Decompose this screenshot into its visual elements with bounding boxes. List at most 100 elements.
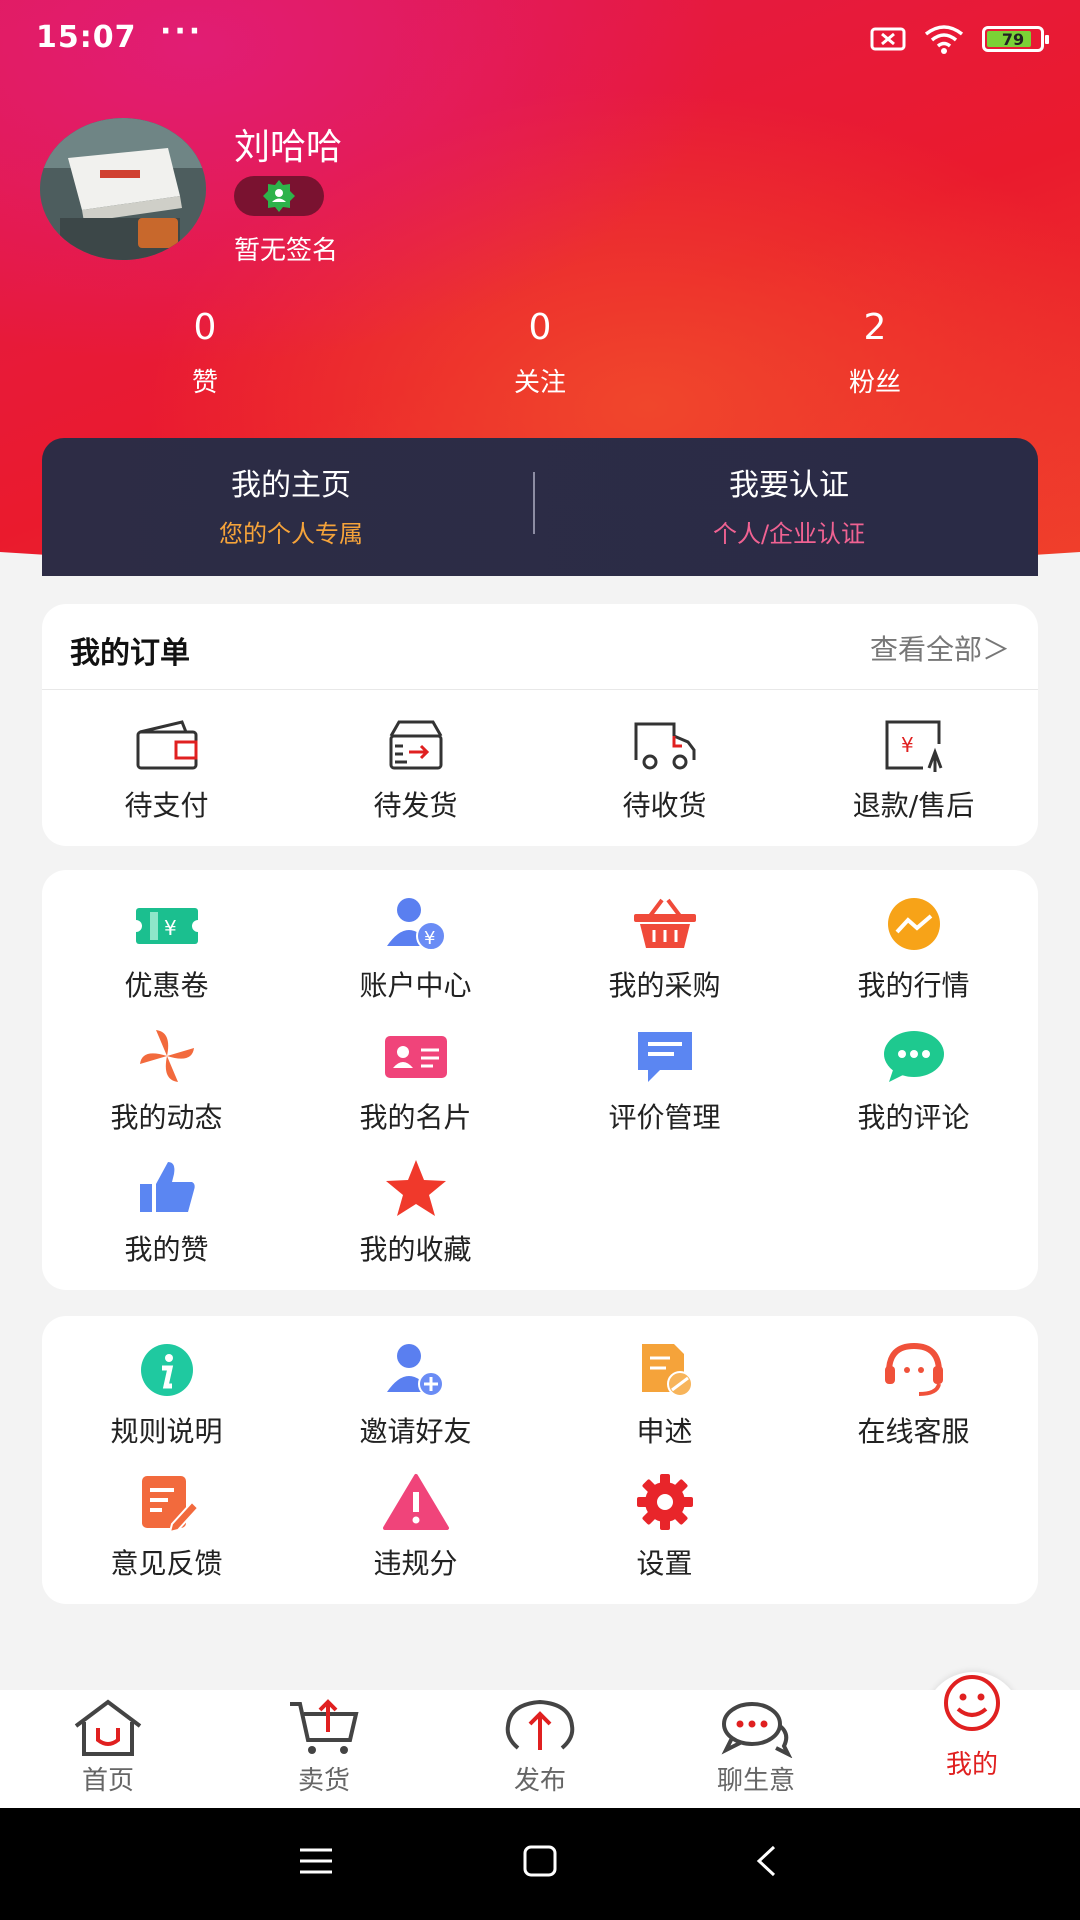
certification-title: 我要认证 — [729, 468, 849, 503]
appeal-icon — [641, 1344, 693, 1397]
stat-likes-label: 赞 — [191, 368, 218, 398]
feature-my-purchase[interactable]: 我的采购 — [540, 894, 789, 1004]
svg-text:¥: ¥ — [164, 916, 177, 940]
certification-subtitle: 个人/企业认证 — [712, 520, 866, 548]
stat-fans-label: 粉丝 — [848, 368, 901, 398]
feature-my-purchase-label: 我的采购 — [608, 969, 721, 1002]
home-icon — [74, 1699, 142, 1756]
tab-chat[interactable]: 聊生意 — [648, 1698, 864, 1797]
order-pending-payment[interactable]: 待支付 — [42, 714, 291, 824]
feature-my-moments[interactable]: 我的动态 — [42, 1026, 291, 1136]
tab-publish[interactable]: 发布 — [432, 1698, 648, 1797]
thumb-icon — [139, 1162, 195, 1212]
tab-home[interactable]: 首页 — [0, 1698, 216, 1797]
card-icon — [384, 1036, 447, 1078]
service-invite-friends-label: 邀请好友 — [359, 1415, 472, 1448]
battery-level: 79 — [1001, 29, 1025, 49]
basket-icon — [633, 898, 696, 948]
feature-my-moments-label: 我的动态 — [110, 1101, 223, 1134]
service-rules[interactable]: 规则说明 — [42, 1340, 291, 1450]
my-homepage-title: 我的主页 — [231, 468, 351, 503]
stat-following-label: 关注 — [513, 368, 566, 398]
stat-likes-value: 0 — [193, 307, 217, 348]
feedback-icon — [141, 1476, 199, 1532]
tab-home-label: 首页 — [81, 1766, 134, 1796]
service-appeal-label: 申述 — [636, 1415, 693, 1448]
order-refund-aftersale[interactable]: ¥ 退款/售后 — [789, 714, 1038, 824]
wifi-icon — [924, 25, 964, 54]
tab-mine[interactable]: 我的 — [864, 1668, 1080, 1781]
service-settings-label: 设置 — [636, 1547, 693, 1580]
service-settings[interactable]: 设置 — [540, 1472, 789, 1582]
service-feedback[interactable]: 意见反馈 — [42, 1472, 291, 1582]
trend-icon — [887, 898, 940, 950]
menu-icon[interactable] — [298, 1846, 334, 1876]
settings-icon — [636, 1474, 693, 1530]
service-violation-points[interactable]: 违规分 — [291, 1472, 540, 1582]
orders-header: 我的订单 查看全部＞ — [42, 604, 1038, 690]
ship-box-icon — [389, 720, 442, 770]
stat-likes[interactable]: 0 赞 — [105, 306, 305, 399]
feature-review-manage-label: 评价管理 — [608, 1101, 721, 1134]
stat-following-value: 0 — [528, 307, 552, 348]
service-feedback-label: 意见反馈 — [110, 1547, 223, 1580]
profile-stats: 0 赞 0 关注 2 粉丝 — [0, 306, 1080, 406]
system-navigation-bar — [0, 1808, 1080, 1920]
bottom-tab-bar: 首页 卖货 发布 聊生意 我的 — [0, 1675, 1080, 1808]
back-icon[interactable] — [754, 1844, 778, 1878]
battery-icon: 79 — [982, 26, 1049, 52]
feature-account-center-label: 账户中心 — [359, 969, 472, 1002]
tab-sell-label: 卖货 — [297, 1766, 350, 1796]
tab-chat-label: 聊生意 — [716, 1766, 795, 1796]
username: 刘哈哈 — [234, 127, 343, 168]
feature-coupon[interactable]: ¥ 优惠卷 — [42, 894, 291, 1004]
order-refund-label: 退款/售后 — [852, 789, 975, 822]
service-violation-points-label: 违规分 — [373, 1547, 458, 1580]
wallet-icon — [136, 720, 197, 770]
home-nav-icon[interactable] — [522, 1844, 558, 1878]
service-online-support[interactable]: 在线客服 — [789, 1340, 1038, 1450]
feature-my-card[interactable]: 我的名片 — [291, 1026, 540, 1136]
feature-my-favorites-label: 我的收藏 — [359, 1233, 472, 1266]
feature-my-comments[interactable]: 我的评论 — [789, 1026, 1038, 1136]
notification-off-icon — [870, 27, 906, 51]
avatar[interactable] — [40, 118, 206, 260]
card-divider — [533, 472, 535, 534]
service-invite-friends[interactable]: 邀请好友 — [291, 1340, 540, 1450]
tab-sell[interactable]: 卖货 — [216, 1698, 432, 1797]
publish-icon — [505, 1699, 575, 1750]
svg-text:¥: ¥ — [424, 928, 435, 949]
feature-my-market[interactable]: 我的行情 — [789, 894, 1038, 1004]
comment-icon — [883, 1031, 944, 1082]
stat-fans[interactable]: 2 粉丝 — [775, 306, 975, 399]
feature-my-comments-label: 我的评论 — [857, 1101, 970, 1134]
status-more-dots: ··· — [160, 14, 204, 49]
my-homepage-button[interactable]: 我的主页 您的个人专属 — [42, 460, 540, 549]
star-icon — [385, 1160, 446, 1216]
certification-button[interactable]: 我要认证 个人/企业认证 — [540, 460, 1038, 549]
feature-my-favorites[interactable]: 我的收藏 — [291, 1158, 540, 1268]
feature-my-likes-label: 我的赞 — [124, 1233, 209, 1266]
view-all-orders-link[interactable]: 查看全部＞ — [870, 628, 1010, 668]
home-cert-card: 我的主页 您的个人专属 我要认证 个人/企业认证 — [42, 438, 1038, 576]
stat-following[interactable]: 0 关注 — [440, 306, 640, 399]
verification-badge — [234, 176, 324, 216]
status-bar: 15:07 ··· 79 — [0, 0, 1080, 82]
user-badge-icon — [263, 180, 295, 212]
order-pending-shipment-label: 待发货 — [373, 789, 458, 822]
feature-review-manage[interactable]: 评价管理 — [540, 1026, 789, 1136]
service-appeal[interactable]: 申述 — [540, 1340, 789, 1450]
feature-my-likes[interactable]: 我的赞 — [42, 1158, 291, 1268]
cart-icon — [290, 1699, 359, 1754]
order-pending-shipment[interactable]: 待发货 — [291, 714, 540, 824]
order-pending-payment-label: 待支付 — [124, 789, 209, 822]
feature-my-market-label: 我的行情 — [857, 969, 970, 1002]
stat-fans-value: 2 — [863, 307, 887, 348]
chat-icon — [721, 1702, 793, 1758]
truck-icon — [634, 722, 695, 770]
feature-account-center[interactable]: ¥ 账户中心 — [291, 894, 540, 1004]
svg-text:¥: ¥ — [901, 733, 914, 757]
service-online-support-label: 在线客服 — [857, 1415, 970, 1448]
order-pending-receipt[interactable]: 待收货 — [540, 714, 789, 824]
feature-coupon-label: 优惠卷 — [124, 969, 209, 1002]
